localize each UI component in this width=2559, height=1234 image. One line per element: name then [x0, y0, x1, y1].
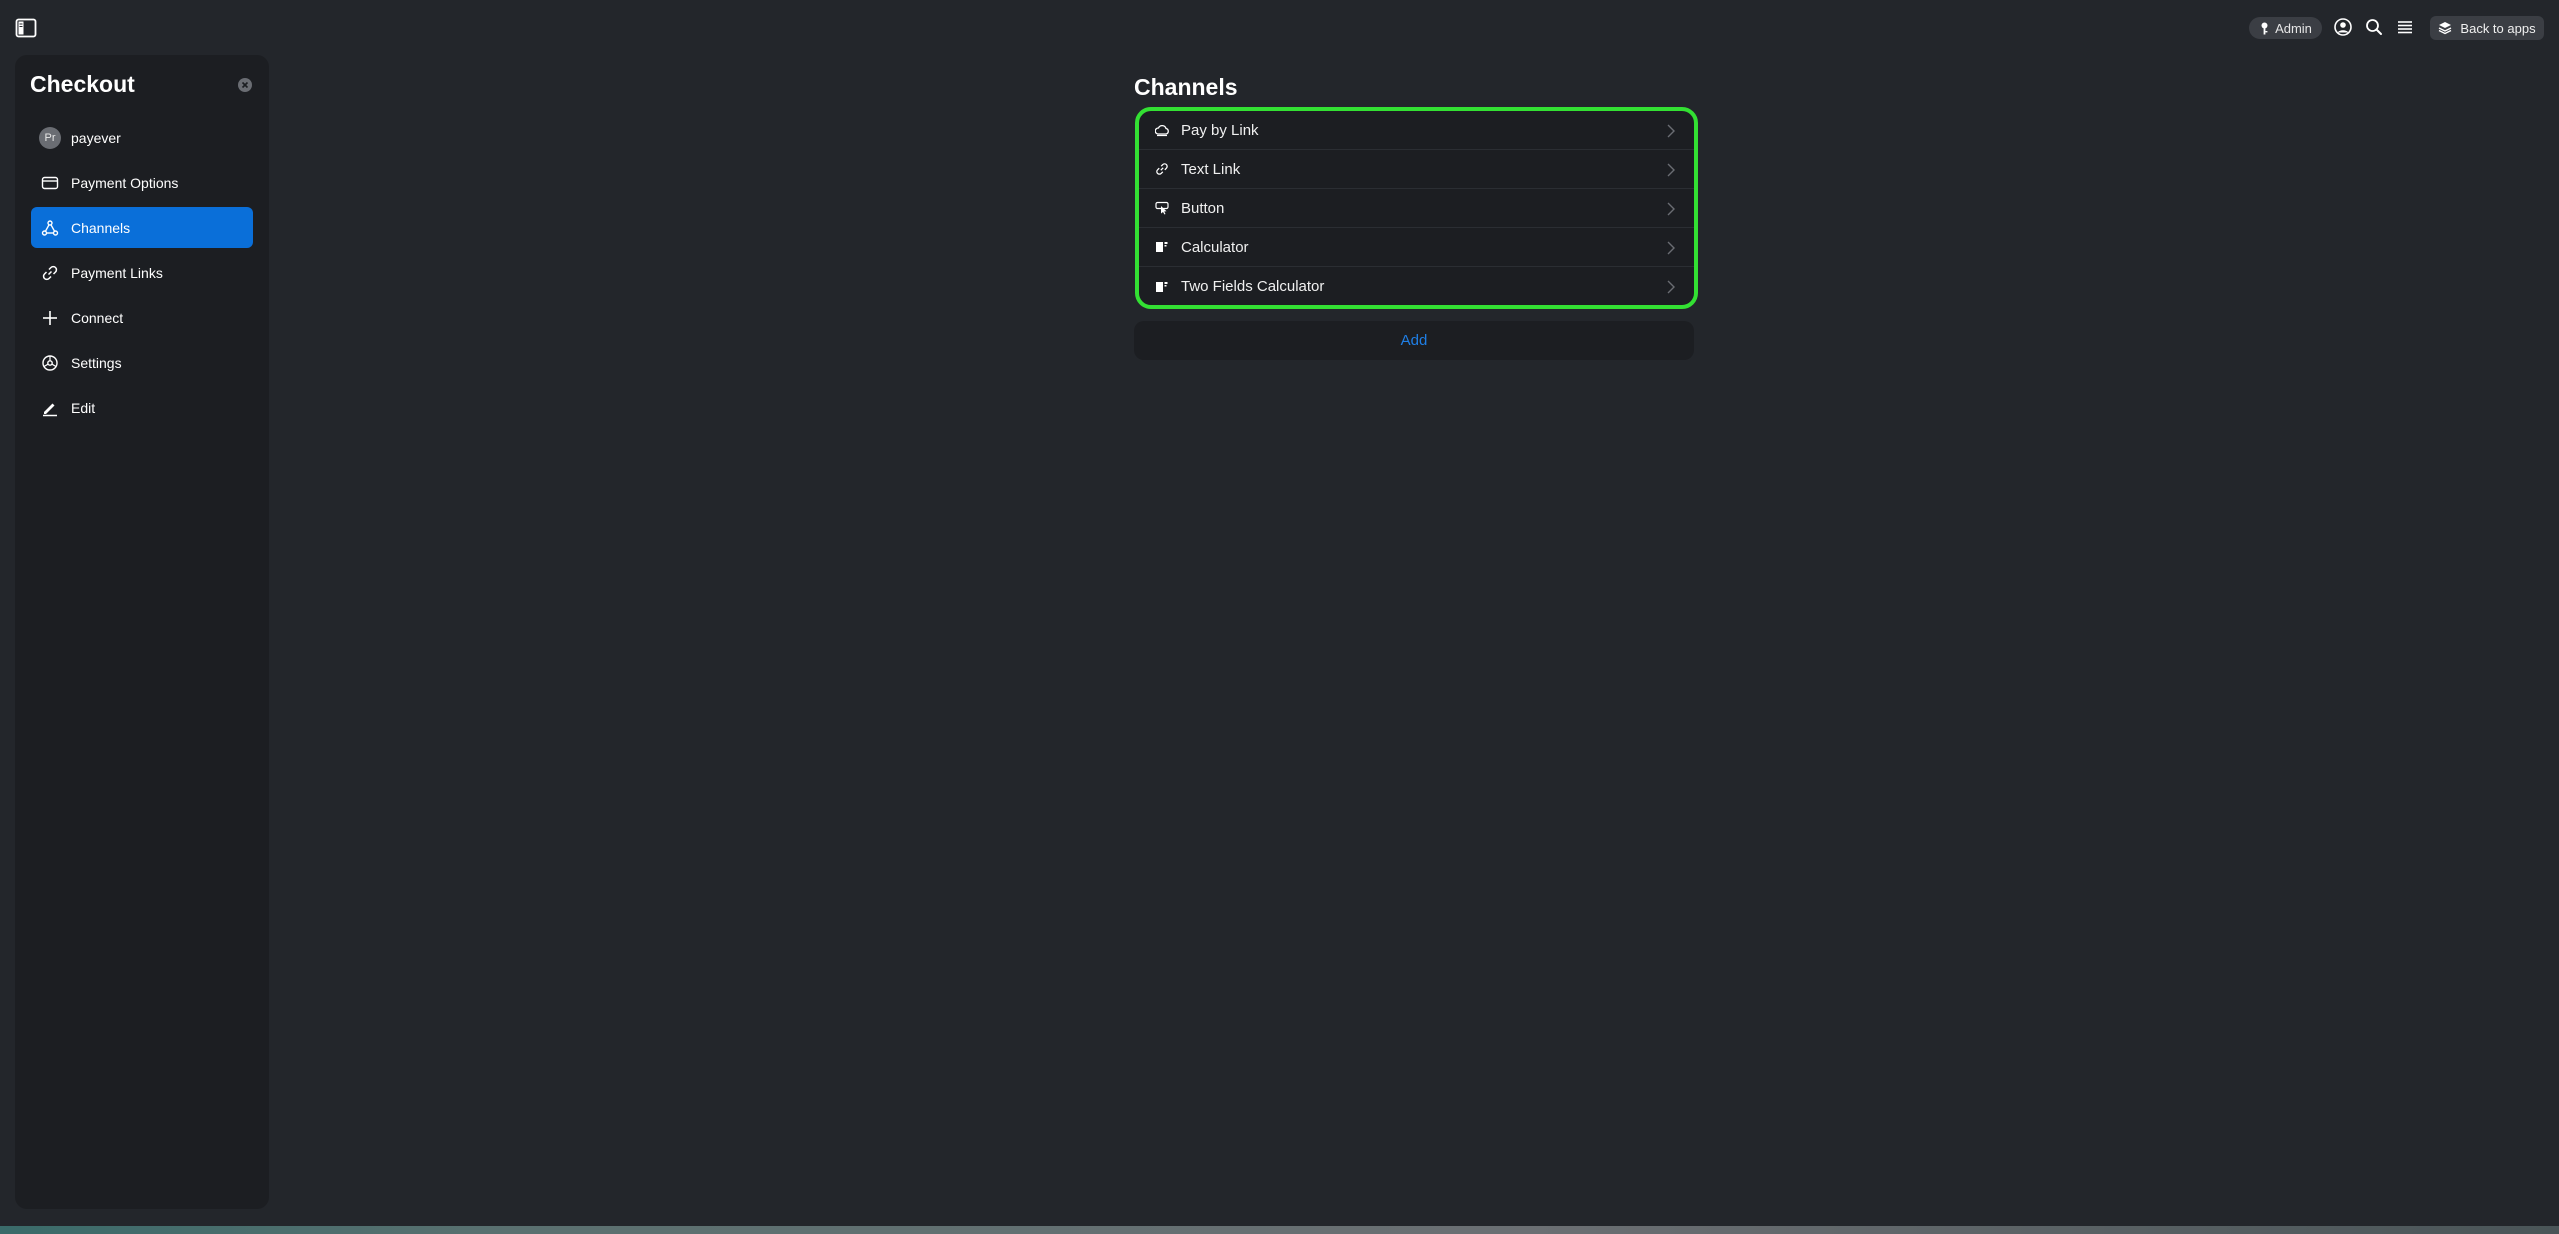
calculator-icon [1155, 280, 1169, 294]
admin-label: Admin [2275, 20, 2312, 36]
chevron-right-icon [1666, 202, 1676, 216]
settings-icon [41, 354, 59, 372]
channel-label: Button [1181, 199, 1225, 217]
sidebar-item-payever[interactable]: Pr payever [31, 117, 253, 158]
profile-icon[interactable] [2333, 17, 2353, 37]
add-channel-button[interactable]: Add [1134, 321, 1694, 360]
sidebar-item-payment-options[interactable]: Payment Options [31, 162, 253, 203]
sidebar: Checkout Pr payever Payment Options Chan… [15, 55, 269, 1209]
sidebar-item-edit[interactable]: Edit [31, 387, 253, 428]
channel-button[interactable]: Button [1139, 189, 1694, 228]
calculator-icon [1155, 240, 1169, 254]
channel-text-link[interactable]: Text Link [1139, 150, 1694, 189]
channel-two-fields-calculator[interactable]: Two Fields Calculator [1139, 267, 1694, 305]
channel-label: Calculator [1181, 238, 1249, 256]
avatar: Pr [39, 126, 61, 149]
menu-icon[interactable] [2395, 17, 2415, 37]
sidebar-item-label: Connect [71, 309, 124, 326]
key-icon [2259, 22, 2270, 35]
sidebar-item-payment-links[interactable]: Payment Links [31, 252, 253, 293]
layers-icon [2438, 21, 2452, 35]
desktop-background-strip [0, 1226, 2559, 1234]
link-icon [41, 264, 59, 282]
channel-pay-by-link[interactable]: Pay by Link [1139, 111, 1694, 150]
chevron-right-icon [1666, 163, 1676, 177]
channel-calculator[interactable]: Calculator [1139, 228, 1694, 267]
search-icon[interactable] [2364, 17, 2384, 37]
sidebar-item-label: Payment Links [71, 264, 163, 281]
channels-icon [41, 219, 59, 237]
sidebar-item-settings[interactable]: Settings [31, 342, 253, 383]
sidebar-item-channels[interactable]: Channels [31, 207, 253, 248]
plus-icon [41, 309, 59, 327]
admin-badge[interactable]: Admin [2249, 17, 2322, 39]
channel-label: Two Fields Calculator [1181, 278, 1325, 295]
sidebar-item-label: Channels [71, 219, 131, 236]
card-icon [41, 174, 59, 192]
sidebar-toggle-icon[interactable] [14, 16, 38, 40]
back-to-apps-label: Back to apps [2460, 20, 2536, 36]
chevron-right-icon [1666, 241, 1676, 255]
sidebar-item-label: payever [71, 129, 121, 146]
cloud-icon [1155, 123, 1169, 137]
channels-list: Pay by Link Text Link Button Calculator … [1135, 107, 1698, 309]
top-bar: Admin Back to apps [0, 0, 2559, 55]
link-icon [1155, 162, 1169, 176]
back-to-apps-button[interactable]: Back to apps [2430, 16, 2544, 40]
sidebar-nav: Pr payever Payment Options Channels Paym… [31, 117, 253, 432]
sidebar-title: Checkout [30, 71, 135, 97]
close-icon[interactable] [237, 77, 253, 93]
channel-label: Text Link [1181, 160, 1241, 178]
pencil-icon [41, 399, 59, 417]
sidebar-item-connect[interactable]: Connect [31, 297, 253, 338]
sidebar-item-label: Payment Options [71, 174, 179, 191]
channel-label: Pay by Link [1181, 121, 1259, 139]
sidebar-item-label: Settings [71, 354, 122, 371]
chevron-right-icon [1666, 124, 1676, 138]
page-title: Channels [1134, 74, 1238, 100]
chevron-right-icon [1666, 280, 1676, 294]
button-icon [1155, 201, 1169, 215]
sidebar-item-label: Edit [71, 399, 96, 416]
